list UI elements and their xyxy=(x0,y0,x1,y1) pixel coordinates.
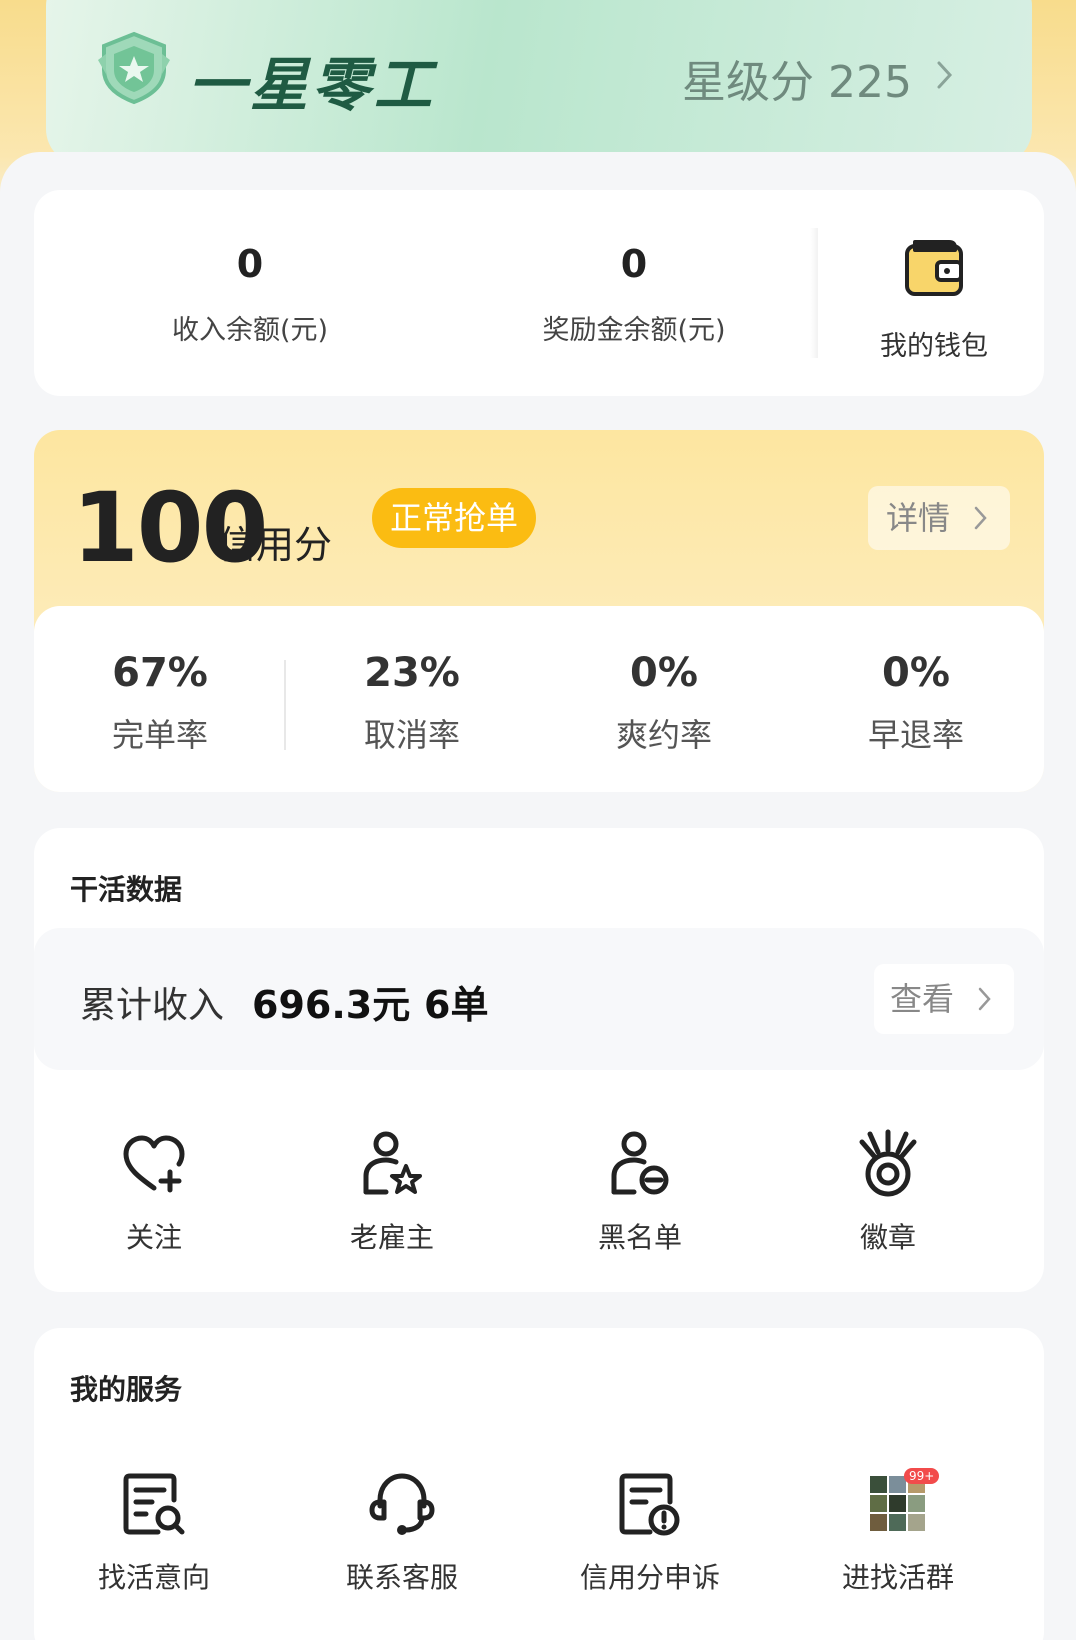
document-search-icon xyxy=(123,1473,185,1535)
user-block-icon xyxy=(611,1131,669,1195)
follow-label: 关注 xyxy=(125,1221,182,1254)
bonus-balance-label: 奖励金余额(元) xyxy=(542,315,726,346)
rate-label: 完单率 xyxy=(111,716,208,754)
level-card[interactable]: 一星零工 星级分 225 xyxy=(46,0,1032,165)
rate-value: 23% xyxy=(364,650,460,696)
blacklist-label: 黑名单 xyxy=(597,1221,682,1254)
income-label: 累计收入 xyxy=(80,985,225,1026)
view-label: 查看 xyxy=(890,980,955,1018)
shield-star-icon xyxy=(94,30,174,110)
chevron-right-icon xyxy=(936,60,954,94)
job-preference-label: 找活意向 xyxy=(97,1561,210,1594)
order-count: 6单 xyxy=(424,983,489,1027)
wallet-icon xyxy=(903,240,965,304)
my-wallet-label: 我的钱包 xyxy=(880,331,988,362)
blacklist-button[interactable]: 黑名单 xyxy=(520,1128,760,1256)
bonus-balance[interactable]: 0 奖励金余额(元) xyxy=(484,242,784,347)
rate-label: 爽约率 xyxy=(615,716,712,754)
join-job-group-button[interactable]: 99+ 进找活群 xyxy=(778,1468,1018,1596)
view-income-button[interactable]: 查看 xyxy=(874,964,1014,1034)
wallet-card: 0 收入余额(元) 0 奖励金余额(元) 我的钱包 xyxy=(34,190,1044,396)
medal-icon xyxy=(859,1129,917,1197)
level-name: 一星零工 xyxy=(188,51,437,119)
badges-label: 徽章 xyxy=(859,1221,916,1254)
credit-status-badge: 正常抢单 xyxy=(372,488,537,548)
credit-rates: 67% 完单率 23% 取消率 0% 爽约率 0% 早退率 xyxy=(34,606,1044,792)
rate-early-leave: 0% 早退率 xyxy=(790,650,1042,756)
rate-complete: 67% 完单率 xyxy=(34,650,286,756)
customer-service-button[interactable]: 联系客服 xyxy=(282,1468,522,1596)
cumulative-income-row: 累计收入 696.3元 6单 查看 xyxy=(34,928,1044,1070)
rate-label: 早退率 xyxy=(867,716,964,754)
credit-appeal-label: 信用分申诉 xyxy=(579,1561,720,1594)
detail-label: 详情 xyxy=(886,499,951,537)
income-balance[interactable]: 0 收入余额(元) xyxy=(100,242,400,347)
income-value: 696.3元 xyxy=(252,983,411,1027)
rate-label: 取消率 xyxy=(363,716,460,754)
credit-card: 100 信用分 正常抢单 详情 67% 完单率 23% 取消率 0% 爽约率 0… xyxy=(34,430,1044,792)
user-star-icon xyxy=(363,1131,422,1195)
customer-service-label: 联系客服 xyxy=(345,1561,458,1594)
unread-badge: 99+ xyxy=(904,1468,940,1484)
rate-value: 0% xyxy=(630,650,698,696)
section-title: 干活数据 xyxy=(70,873,183,906)
headset-icon xyxy=(369,1473,435,1535)
join-job-group-label: 进找活群 xyxy=(841,1561,954,1594)
former-employer-label: 老雇主 xyxy=(349,1221,434,1254)
badges-button[interactable]: 徽章 xyxy=(768,1128,1008,1256)
star-score: 星级分 225 xyxy=(682,57,912,108)
job-preference-button[interactable]: 找活意向 xyxy=(34,1468,274,1596)
rate-value: 0% xyxy=(882,650,950,696)
former-employer-button[interactable]: 老雇主 xyxy=(272,1128,512,1256)
divider xyxy=(810,228,818,358)
rate-value: 67% xyxy=(112,650,208,696)
credit-unit: 信用分 xyxy=(218,523,333,567)
my-services-card: 我的服务 找活意向 联系客服 信用分申诉 99+ 进找活群 xyxy=(34,1328,1044,1640)
rate-cancel: 23% 取消率 xyxy=(286,650,538,756)
follow-button[interactable]: 关注 xyxy=(34,1128,274,1256)
income-balance-label: 收入余额(元) xyxy=(171,315,329,346)
document-alert-icon xyxy=(619,1473,680,1536)
rate-no-show: 0% 爽约率 xyxy=(538,650,790,756)
chevron-right-icon xyxy=(978,987,991,1011)
my-wallet-button[interactable]: 我的钱包 xyxy=(834,238,1034,363)
work-data-card: 干活数据 累计收入 696.3元 6单 查看 关注 老雇主 黑名单 徽章 xyxy=(34,828,1044,1292)
chevron-right-icon xyxy=(974,506,987,530)
credit-detail-button[interactable]: 详情 xyxy=(868,486,1010,550)
group-thumbnail-icon: 99+ xyxy=(862,1468,940,1540)
section-title: 我的服务 xyxy=(70,1373,183,1406)
credit-appeal-button[interactable]: 信用分申诉 xyxy=(530,1468,770,1596)
income-balance-value: 0 xyxy=(236,242,264,286)
bonus-balance-value: 0 xyxy=(620,242,648,286)
heart-plus-icon xyxy=(123,1135,185,1193)
